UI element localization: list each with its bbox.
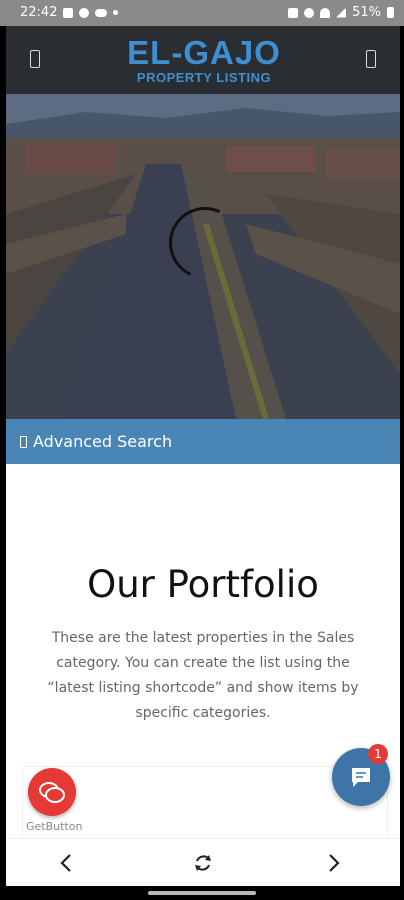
portfolio-description: These are the latest properties in the S… [47, 630, 359, 721]
advanced-search-label: Advanced Search [33, 432, 173, 451]
advanced-search-bar[interactable]: Advanced Search [6, 419, 400, 464]
getbutton-label: GetButton [26, 820, 83, 833]
alarm-icon [304, 7, 315, 18]
site-logo[interactable]: EL-GAJO PROPERTY LISTING [124, 36, 284, 92]
cloud-icon [95, 8, 108, 17]
back-icon [60, 854, 71, 872]
battery-percent: 51% [352, 5, 381, 20]
back-button[interactable] [52, 849, 80, 877]
browser-bottom-bar [6, 838, 400, 886]
reload-icon [195, 855, 211, 871]
status-right: 51% [288, 5, 394, 20]
portfolio-title: Our Portfolio [87, 563, 319, 606]
status-time: 22:42 [20, 5, 58, 20]
wifi-icon [320, 7, 331, 18]
forward-icon [329, 854, 340, 872]
lock-icon [288, 7, 299, 18]
status-left: 22:42 [20, 5, 119, 20]
battery-icon [387, 7, 394, 18]
browser-viewport: EL-GAJO PROPERTY LISTING Advanced Search… [6, 26, 400, 886]
notification-dot-icon [113, 10, 119, 15]
chat-bubbles-icon [39, 782, 65, 803]
logo-subtitle: PROPERTY LISTING [136, 70, 272, 85]
chat-badge: 1 [368, 744, 388, 764]
forward-button[interactable] [320, 849, 348, 877]
signal-icon [336, 7, 347, 18]
site-header: EL-GAJO PROPERTY LISTING [6, 26, 400, 94]
user-icon[interactable] [366, 50, 376, 68]
location-icon [79, 7, 90, 18]
hero-image [6, 94, 400, 419]
getbutton-chat-button[interactable] [28, 768, 76, 816]
status-bar: 22:42 51% [0, 0, 404, 26]
gallery-icon [63, 7, 74, 18]
reload-button[interactable] [189, 849, 217, 877]
logo-name: EL-GAJO [127, 34, 281, 71]
search-icon [20, 435, 27, 448]
gesture-bar[interactable] [148, 891, 256, 895]
menu-icon[interactable] [30, 50, 40, 68]
